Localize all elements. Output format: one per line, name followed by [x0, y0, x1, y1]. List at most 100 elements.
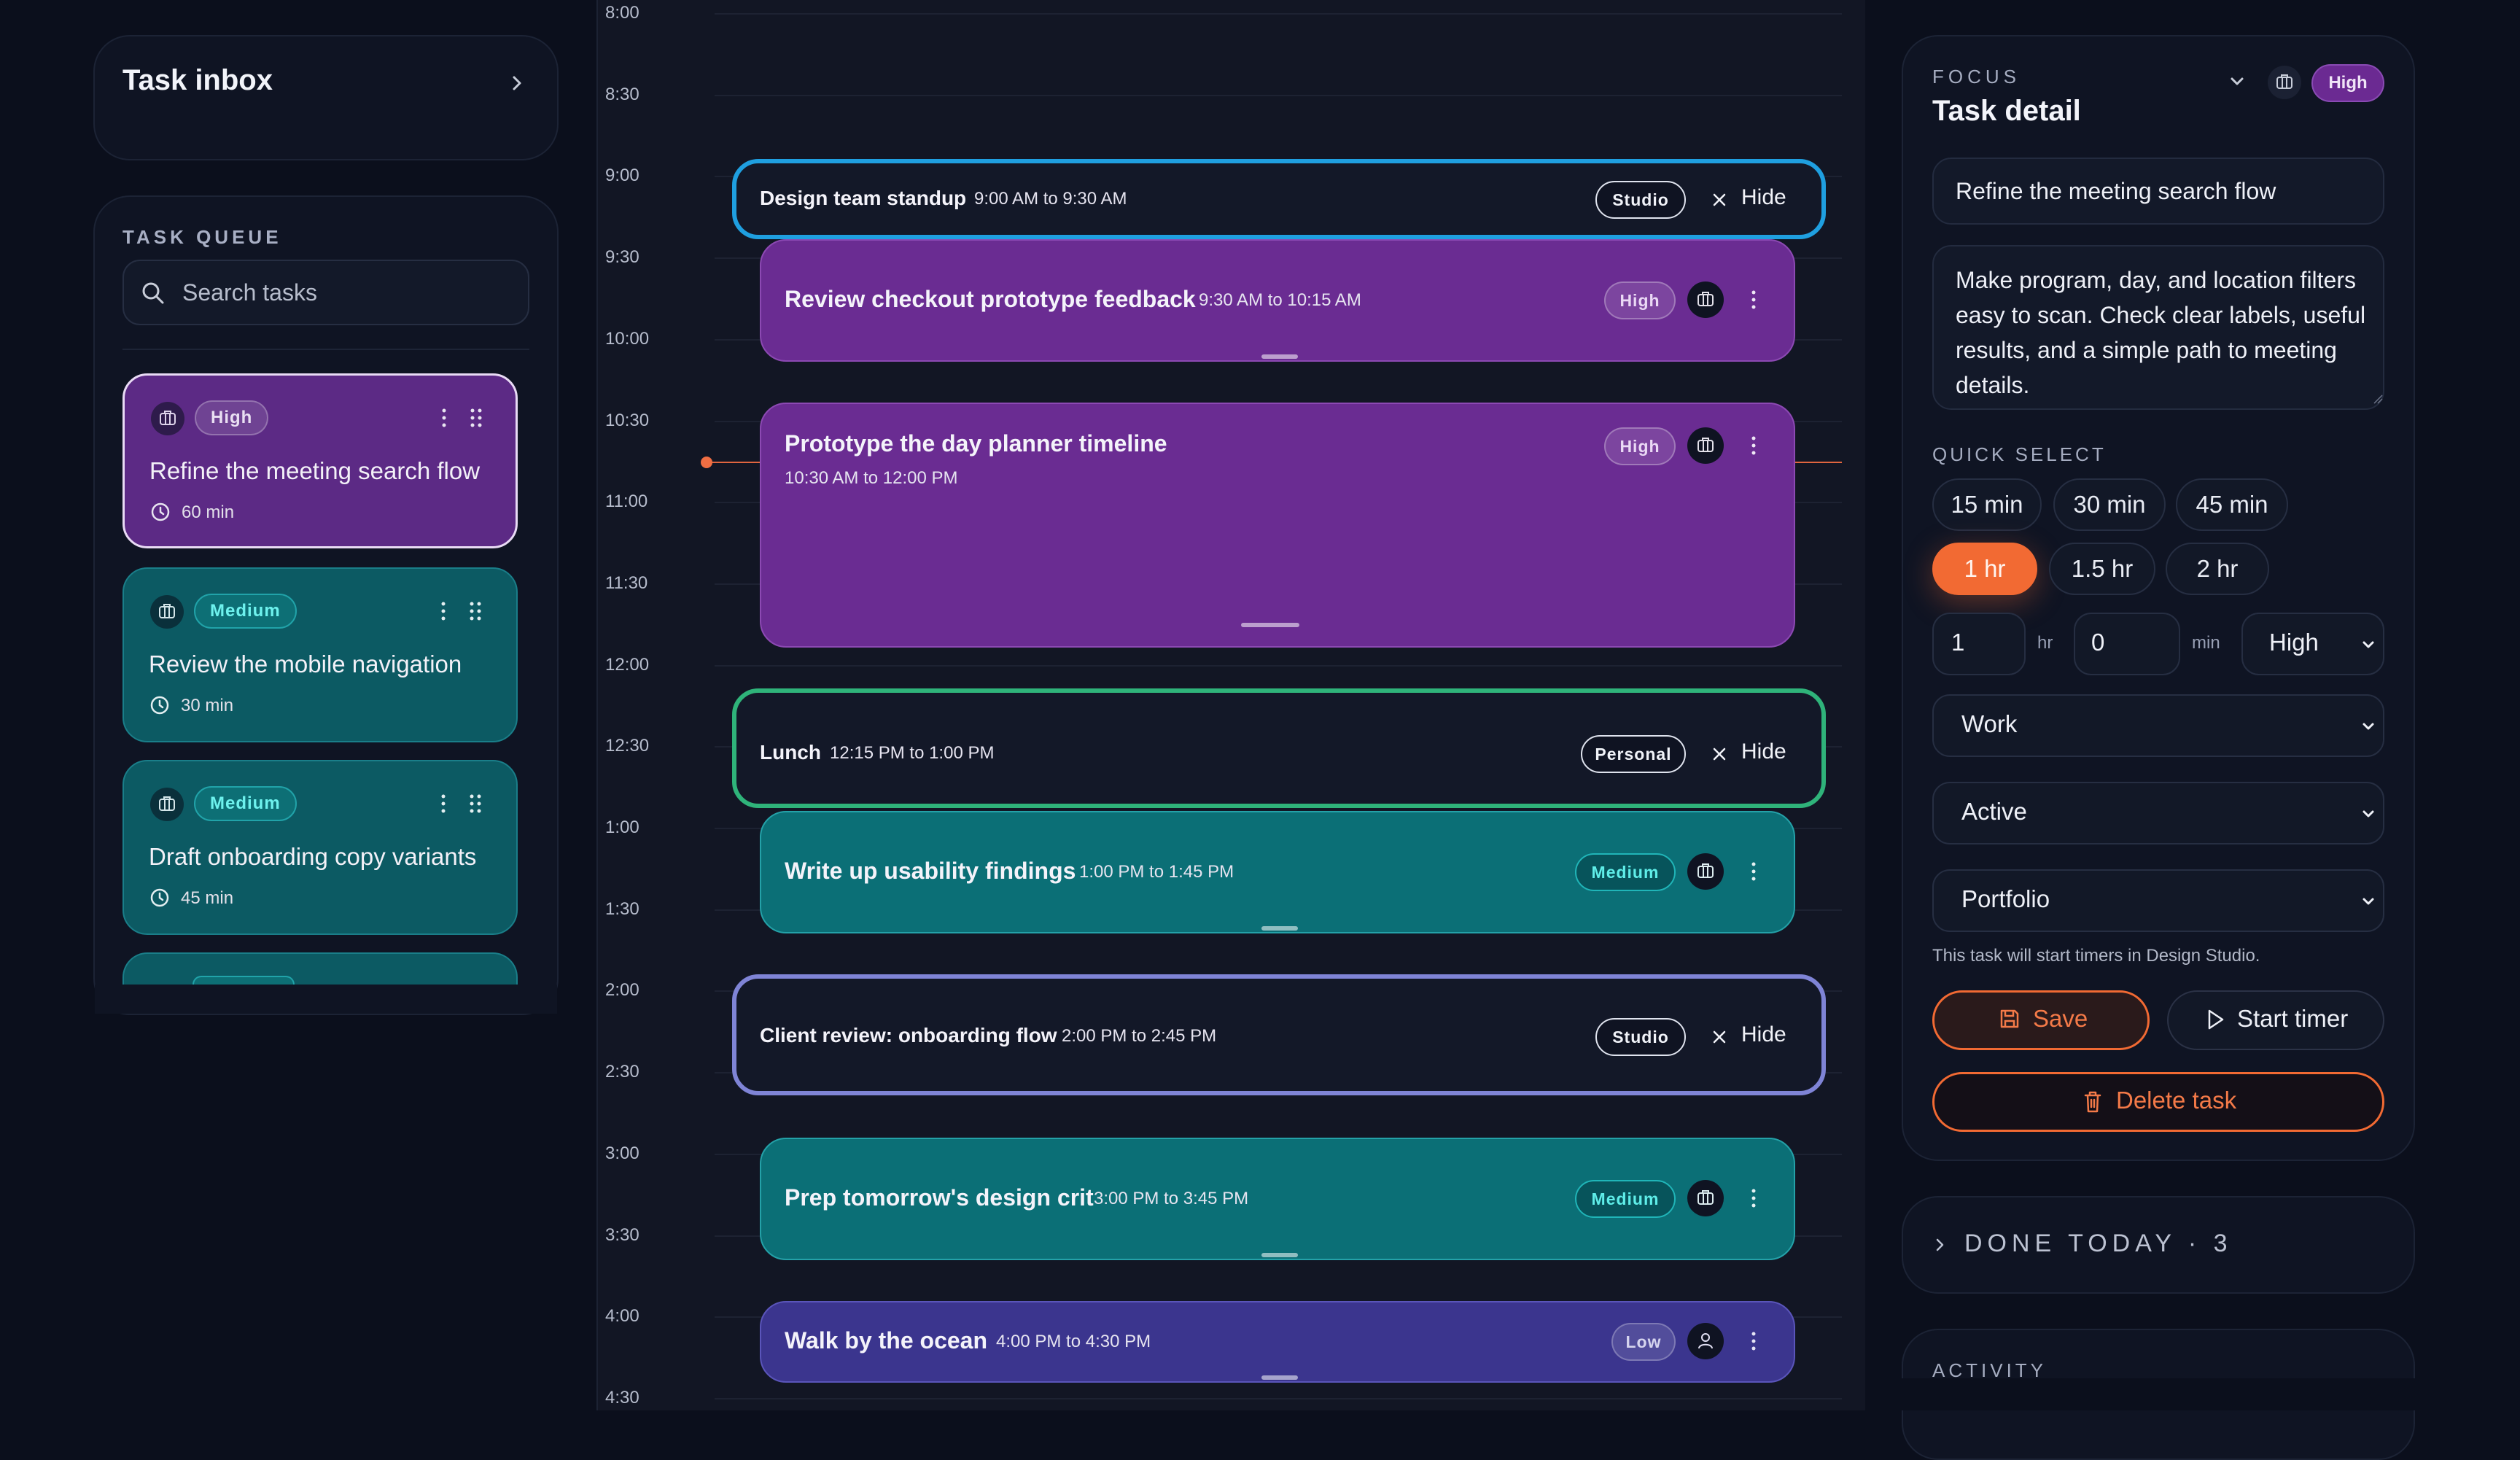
current-time-dot — [701, 457, 712, 468]
chevron-right-icon[interactable] — [506, 69, 528, 98]
quick-select-label: QUICK SELECT — [1932, 443, 2107, 465]
time-label: 2:30 — [605, 1062, 639, 1082]
time-label: 11:00 — [605, 492, 648, 511]
event-usability-findings[interactable]: Write up usability findings 1:00 PM to 1… — [760, 811, 1795, 933]
chevron-down-icon — [2362, 641, 2374, 648]
event-time: 9:30 AM to 10:15 AM — [1199, 290, 1361, 310]
time-label: 10:30 — [605, 411, 650, 430]
more-options-icon[interactable] — [438, 791, 449, 817]
event-tag: Studio — [1595, 181, 1686, 219]
event-client-review[interactable]: Client review: onboarding flow 2:00 PM t… — [732, 974, 1826, 1095]
chip-1-5-hr[interactable]: 1.5 hr — [2049, 543, 2155, 595]
time-label: 1:30 — [605, 899, 639, 919]
briefcase-icon — [1687, 427, 1724, 464]
event-walk-by-ocean[interactable]: Walk by the ocean 4:00 PM to 4:30 PM Low — [760, 1301, 1795, 1383]
time-label: 12:30 — [605, 736, 650, 756]
priority-badge: High — [195, 400, 269, 435]
status-select-value: Active — [1961, 798, 2027, 825]
minutes-value: 0 — [2091, 629, 2105, 656]
hide-button[interactable]: Hide — [1741, 739, 1786, 764]
drag-handle-icon[interactable] — [467, 598, 484, 624]
hours-value: 1 — [1951, 629, 1965, 656]
event-review-checkout[interactable]: Review checkout prototype feedback 9:30 … — [760, 239, 1795, 362]
minutes-input[interactable] — [2074, 613, 2180, 675]
drag-handle-icon[interactable] — [467, 791, 484, 817]
time-label: 8:00 — [605, 3, 639, 23]
more-options-icon[interactable] — [1749, 859, 1759, 884]
grid-line — [715, 13, 1842, 15]
more-options-icon[interactable] — [438, 598, 449, 624]
search-icon — [142, 282, 164, 304]
more-options-icon[interactable] — [1749, 1186, 1759, 1211]
queue-card-title: Review the mobile navigation — [149, 651, 462, 677]
resize-grip-icon[interactable] — [2373, 394, 2383, 404]
event-title: Prep tomorrow's design crit — [785, 1184, 1094, 1211]
resize-handle[interactable] — [1241, 623, 1299, 627]
chip-1-hr[interactable]: 1 hr — [1932, 543, 2037, 595]
more-options-icon[interactable] — [1749, 433, 1759, 458]
event-tag: Personal — [1581, 735, 1686, 773]
event-time: 12:15 PM to 1:00 PM — [830, 743, 995, 763]
briefcase-icon — [1687, 281, 1724, 318]
event-time: 10:30 AM to 12:00 PM — [785, 468, 958, 488]
event-design-crit[interactable]: Prep tomorrow's design crit 3:00 PM to 3… — [760, 1138, 1795, 1260]
priority-select-value: High — [2269, 629, 2319, 656]
priority-badge: High — [2311, 64, 2384, 102]
chip-2-hr[interactable]: 2 hr — [2166, 543, 2269, 595]
queue-card-title: Refine the meeting search flow — [149, 457, 481, 484]
chevron-down-icon[interactable] — [2227, 73, 2247, 90]
priority-badge: Medium — [194, 786, 297, 821]
chevron-down-icon — [2362, 898, 2374, 905]
resize-handle[interactable] — [1261, 1375, 1298, 1380]
close-icon[interactable] — [1711, 745, 1728, 763]
chevron-right-icon — [1936, 1238, 1944, 1251]
time-label: 4:30 — [605, 1388, 639, 1407]
trash-icon — [2084, 1091, 2101, 1113]
more-options-icon[interactable] — [1749, 287, 1759, 312]
event-title: Client review: onboarding flow — [760, 1024, 1057, 1047]
queue-card-duration: 60 min — [182, 502, 235, 522]
resize-handle[interactable] — [1261, 1253, 1298, 1257]
event-title: Design team standup — [760, 187, 967, 209]
event-prototype-timeline[interactable]: Prototype the day planner timeline 10:30… — [760, 403, 1795, 648]
queue-card-partial[interactable] — [122, 952, 518, 985]
resize-handle[interactable] — [1261, 354, 1298, 359]
time-label: 3:30 — [605, 1225, 639, 1245]
more-options-icon[interactable] — [438, 405, 450, 431]
event-design-team-standup[interactable]: Design team standup 9:00 AM to 9:30 AM S… — [732, 159, 1826, 239]
resize-handle[interactable] — [1261, 926, 1298, 931]
hide-button[interactable]: Hide — [1741, 185, 1786, 210]
event-time: 4:00 PM to 4:30 PM — [996, 1332, 1151, 1351]
task-title-input[interactable] — [1956, 172, 2364, 210]
chip-45-min[interactable]: 45 min — [2176, 478, 2288, 531]
drag-handle-icon[interactable] — [467, 405, 485, 431]
event-lunch[interactable]: Lunch 12:15 PM to 1:00 PM Personal Hide — [732, 688, 1826, 808]
more-options-icon[interactable] — [1749, 1329, 1759, 1354]
start-timer-label: Start timer — [2237, 1005, 2349, 1032]
event-time: 1:00 PM to 1:45 PM — [1079, 862, 1234, 882]
focus-label: FOCUS — [1932, 66, 2021, 88]
queue-card[interactable]: Medium Draft onboarding copy variants 45… — [122, 760, 518, 935]
delete-task-label: Delete task — [2116, 1087, 2237, 1114]
close-icon[interactable] — [1711, 191, 1728, 209]
briefcase-icon — [150, 788, 184, 821]
event-tag: Medium — [1575, 1180, 1676, 1218]
task-description-text[interactable]: Make program, day, and location filters … — [1956, 263, 2371, 403]
hours-input[interactable] — [1932, 613, 2026, 675]
task-inbox-panel[interactable] — [93, 35, 559, 160]
timer-hint: This task will start timers in Design St… — [1932, 946, 2260, 966]
queue-card[interactable]: High Refine the meeting search flow 60 m… — [122, 373, 518, 548]
search-input[interactable] — [182, 273, 510, 311]
close-icon[interactable] — [1711, 1028, 1728, 1046]
chip-15-min[interactable]: 15 min — [1932, 478, 2042, 531]
briefcase-icon — [1687, 1180, 1724, 1216]
time-label: 9:00 — [605, 166, 639, 185]
chip-30-min[interactable]: 30 min — [2053, 478, 2166, 531]
event-tag: Low — [1611, 1323, 1676, 1361]
queue-card-duration: 30 min — [181, 696, 234, 715]
queue-card[interactable]: Medium Review the mobile navigation 30 m… — [122, 567, 518, 742]
hide-button[interactable]: Hide — [1741, 1022, 1786, 1047]
hours-unit: hr — [2037, 633, 2053, 653]
event-tag: Medium — [1575, 853, 1676, 891]
minutes-unit: min — [2192, 633, 2220, 653]
